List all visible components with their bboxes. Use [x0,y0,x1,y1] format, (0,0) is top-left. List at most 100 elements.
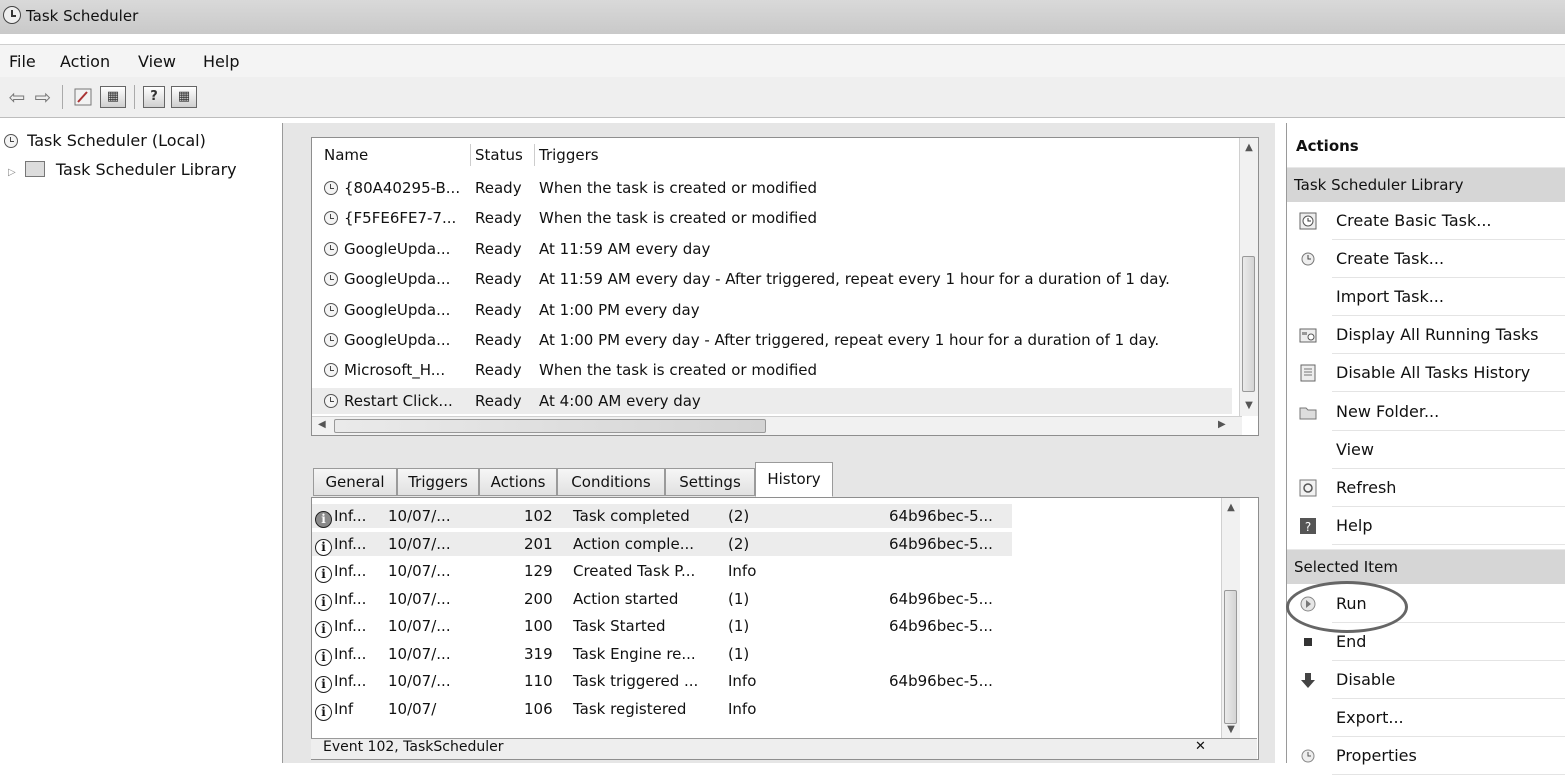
help-icon[interactable]: ? [143,86,165,108]
column-header-triggers[interactable]: Triggers [539,146,599,164]
action-new-folder[interactable]: New Folder... [1287,393,1565,431]
history-row[interactable]: i Inf... 10/07/... 201 Action comple... (2) 64… [312,531,1012,556]
action-disable[interactable]: Disable [1287,661,1565,700]
tree-item-local[interactable]: Task Scheduler (Local) [4,131,206,157]
detail-tabs: General Triggers Actions Conditions Sett… [313,462,1257,498]
tab-settings[interactable]: Settings [665,468,755,496]
task-name: Restart Click... [344,391,453,410]
task-row[interactable]: Microsoft_H... Ready When the task is crea… [312,357,1232,383]
menu-help[interactable]: Help [203,52,239,71]
scroll-left-icon[interactable]: ◀ [318,419,326,430]
action-help[interactable]: ? Help [1287,507,1565,545]
task-list-horizontal-scrollbar[interactable]: ◀ ▶ [312,416,1242,435]
column-header-status[interactable]: Status [475,146,523,164]
task-trigger: When the task is created or modified [539,361,818,380]
scroll-up-icon[interactable]: ▲ [1242,140,1256,156]
history-row[interactable]: i Inf 10/07/106 Task registered Info [312,697,1012,721]
task-name: Microsoft_H... [344,361,446,380]
task-row[interactable]: GoogleUpda... Ready At 11:59 AM every day … [312,266,1232,292]
task-name: {80A40295-B... [344,179,461,197]
forward-arrow-icon[interactable]: ⇨ [32,86,54,108]
history-event-id: 201 [524,534,553,553]
task-clock-icon [324,301,338,319]
section-task-scheduler-library[interactable]: Task Scheduler Library [1287,167,1565,202]
actions-title: Actions [1287,123,1565,155]
refresh-icon [1299,479,1317,497]
task-row[interactable]: {80A40295-B... Ready When the task is crea… [312,175,1232,201]
scroll-up-icon[interactable]: ▲ [1224,500,1238,516]
show-action-pane-icon[interactable]: ▦ [171,86,197,108]
history-row[interactable]: i Inf... 10/07/... 110 Task triggered ... Inf… [312,669,1012,693]
new-folder-icon [1299,403,1317,421]
history-date: 10/07/ [388,699,437,718]
action-display-all-running-tasks[interactable]: Display All Running Tasks [1287,316,1565,355]
scroll-right-icon[interactable]: ▶ [1218,419,1226,430]
info-icon: i [315,506,332,528]
scroll-down-icon[interactable]: ▼ [1224,722,1238,738]
history-row[interactable]: i Inf... 10/07/... 319 Task Engine re... (1) [312,642,1012,666]
task-list: Name Status Triggers {80A40295-B... Ready… [311,137,1259,436]
menu-view[interactable]: View [138,52,176,71]
history-row[interactable]: i Inf... 10/07/... 100 Task Started (1) 64b96b… [312,614,1012,638]
history-category: Task registered [573,699,687,718]
tab-general[interactable]: General [313,468,397,496]
scroll-thumb[interactable] [1224,590,1237,724]
task-row[interactable]: {F5FE6FE7-7... Ready When the task is crea… [312,205,1232,231]
task-status: Ready [475,239,522,258]
close-icon[interactable]: ✕ [1195,739,1206,754]
action-properties[interactable]: Properties [1287,737,1565,775]
menu-file[interactable]: File [9,52,36,71]
tab-actions[interactable]: Actions [479,468,557,496]
section-selected-item[interactable]: Selected Item [1287,549,1565,584]
menu-action[interactable]: Action [60,52,110,71]
task-clock-icon [324,209,338,227]
action-create-basic-task[interactable]: Create Basic Task... [1287,202,1565,240]
properties-icon[interactable] [72,86,94,108]
action-view[interactable]: View [1287,431,1565,469]
action-export[interactable]: Export... [1287,699,1565,738]
back-arrow-icon[interactable]: ⇦ [6,86,28,108]
task-row[interactable]: GoogleUpda... Ready At 11:59 AM every day [312,236,1232,262]
task-row[interactable]: GoogleUpda... Ready At 1:00 PM every day [312,297,1232,323]
action-label: Create Task... [1336,249,1445,269]
history-date: 10/07/... [388,589,451,608]
action-refresh[interactable]: Refresh [1287,469,1565,507]
action-import-task[interactable]: Import Task... [1287,278,1565,317]
info-icon: i [315,589,332,611]
task-list-vertical-scrollbar[interactable]: ▲ ▼ [1239,138,1258,416]
show-console-tree-icon[interactable]: ▦ [100,86,126,108]
column-divider[interactable] [534,144,535,166]
history-row[interactable]: i Inf... 10/07/... 129 Created Task P... Info [312,559,1012,583]
history-operational-code: (2) [728,507,750,525]
tab-history[interactable]: History [755,462,833,497]
tab-conditions[interactable]: Conditions [557,468,665,496]
action-disable-all-tasks-history[interactable]: Disable All Tasks History [1287,354,1565,393]
info-icon: i [315,699,332,721]
column-header-name[interactable]: Name [324,146,368,164]
tree-item-library[interactable]: ▷ Task Scheduler Library [8,160,237,186]
tab-triggers[interactable]: Triggers [397,468,479,496]
toolbar-separator [62,85,63,109]
task-name: {F5FE6FE7-7... [344,209,457,228]
task-row[interactable]: Restart Click... Ready At 4:00 AM every da… [312,387,1232,414]
disable-history-icon [1299,364,1317,382]
scroll-down-icon[interactable]: ▼ [1242,398,1256,414]
action-create-task[interactable]: Create Task... [1287,240,1565,279]
horizontal-scroll-thumb[interactable] [334,419,766,433]
column-divider[interactable] [470,144,471,166]
history-row[interactable]: i Inf... 10/07/... 102 Task completed (2) 64b9… [312,504,1012,528]
task-row[interactable]: GoogleUpda... Ready At 1:00 PM every day -… [312,327,1232,353]
history-date: 10/07/... [388,617,451,635]
history-category: Task triggered ... [573,672,699,690]
task-name: GoogleUpda... [344,300,451,319]
history-operational-code: Info [728,562,757,580]
scroll-thumb[interactable] [1242,256,1255,392]
history-row[interactable]: i Inf... 10/07/... 200 Action started (1) 64b9… [312,587,1012,611]
task-clock-icon [324,361,338,379]
event-detail-title: Event 102, TaskScheduler [323,739,504,755]
history-operational-code: (2) [728,534,750,553]
history-vertical-scrollbar[interactable]: ▲ ▼ [1221,498,1240,738]
info-icon: i [315,644,332,666]
history-date: 10/07/... [388,507,451,525]
expand-triangle-icon[interactable]: ▷ [8,167,16,178]
